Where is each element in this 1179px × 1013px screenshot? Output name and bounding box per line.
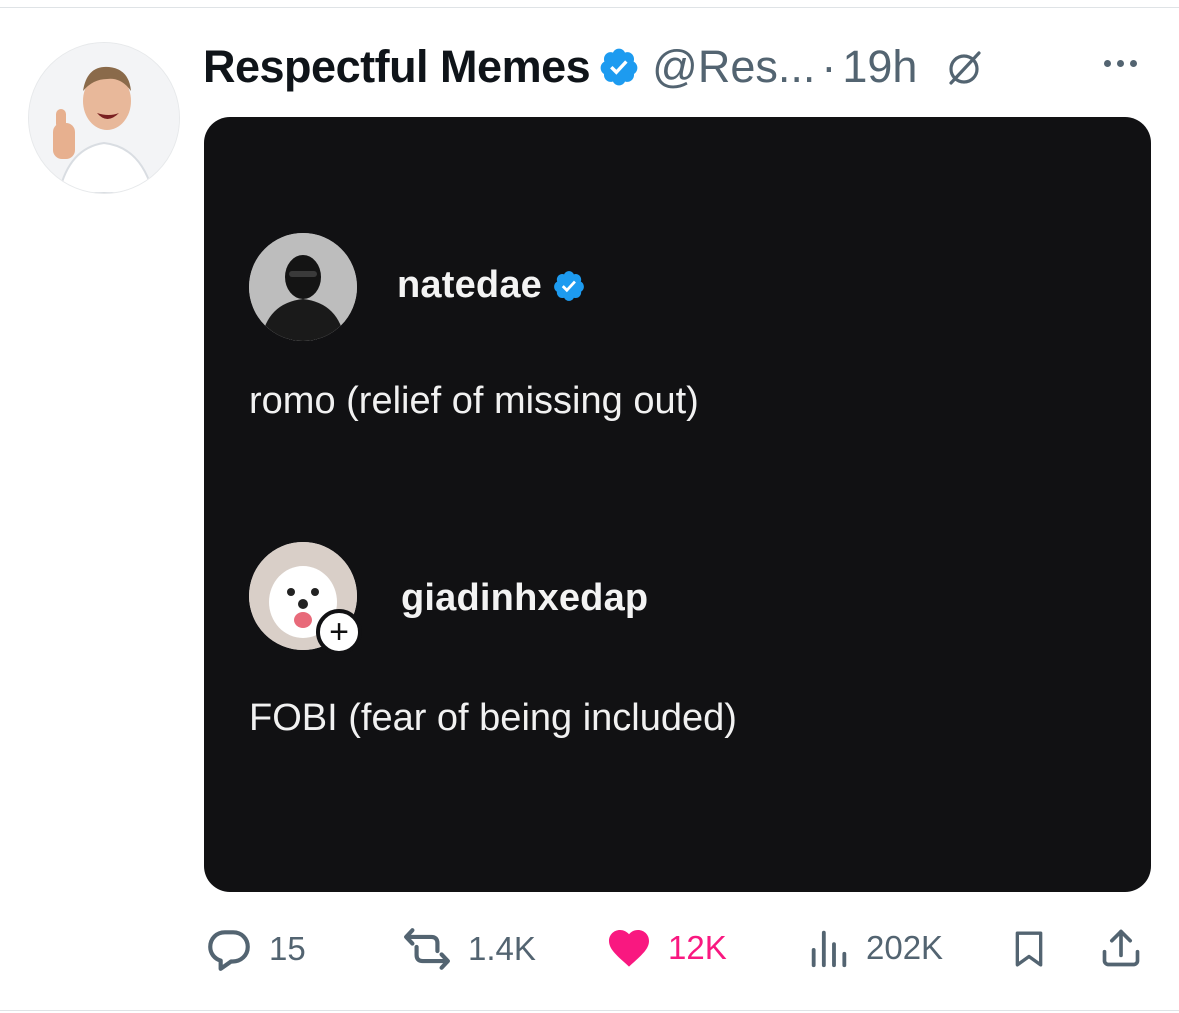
views-button[interactable]: 202K xyxy=(806,924,943,972)
bookmark-button[interactable] xyxy=(1009,926,1049,972)
author-handle[interactable]: @Res... xyxy=(652,41,815,93)
separator-dot: · xyxy=(821,41,837,92)
tweet-header: Respectful Memes @Res... · 19h xyxy=(203,36,987,98)
repost-count: 1.4K xyxy=(468,930,536,967)
verified-badge-icon[interactable] xyxy=(598,46,640,88)
views-icon xyxy=(811,930,847,968)
post-text: romo (relief of missing out) xyxy=(249,380,699,422)
share-button[interactable] xyxy=(1099,924,1143,972)
post-username-text: giadinhxedap xyxy=(401,577,649,619)
like-count: 12K xyxy=(668,929,727,966)
tweet-media-image[interactable]: natedae romo (relief of missing out) + g… xyxy=(204,117,1151,892)
post-text: FOBI (fear of being included) xyxy=(249,697,737,739)
grok-icon[interactable] xyxy=(943,45,987,89)
bookmark-icon xyxy=(1015,931,1043,967)
heart-icon xyxy=(609,930,649,967)
reply-button[interactable]: 15 xyxy=(203,924,306,974)
post-username: giadinhxedap xyxy=(401,577,648,620)
more-icon[interactable] xyxy=(1104,60,1137,67)
post-username-text: natedae xyxy=(397,264,543,306)
repost-button[interactable]: 1.4K xyxy=(400,924,536,974)
natedae-avatar xyxy=(249,233,357,341)
reply-icon xyxy=(208,930,250,971)
tweet-actions-bar: 15 1.4K 12K 202K xyxy=(0,918,1179,978)
repost-icon xyxy=(404,928,450,970)
follow-plus-badge: + xyxy=(316,609,362,655)
timestamp[interactable]: 19h xyxy=(842,41,917,93)
like-button[interactable]: 12K xyxy=(604,924,727,972)
reply-count: 15 xyxy=(269,930,306,967)
verified-badge-icon xyxy=(552,269,586,303)
views-count: 202K xyxy=(866,929,944,966)
author-display-name[interactable]: Respectful Memes xyxy=(203,41,591,93)
bottom-divider xyxy=(0,1010,1179,1011)
post-username: natedae xyxy=(397,264,586,307)
author-avatar[interactable] xyxy=(28,42,180,194)
top-divider xyxy=(0,7,1179,8)
share-icon xyxy=(1102,929,1140,967)
